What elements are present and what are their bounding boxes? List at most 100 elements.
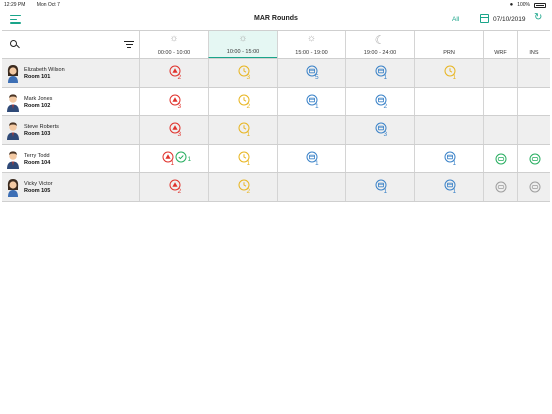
status-bar: 12:29 PM Mon Oct 7 ● 100% bbox=[0, 0, 552, 10]
calendar-icon[interactable] bbox=[480, 14, 489, 23]
cell-t3: 1 bbox=[277, 144, 345, 172]
patient-row[interactable]: Terry Todd Room 104 1 1 1 1 1 bbox=[2, 144, 550, 173]
date-selector[interactable]: 07/10/2019 bbox=[493, 16, 526, 23]
column-header-t4[interactable]: ☾ 19:00 - 24:00 bbox=[345, 31, 414, 58]
cell-wrf bbox=[483, 59, 517, 87]
patient-name: Mark Jones bbox=[24, 95, 53, 102]
header-patient-cell bbox=[2, 31, 139, 58]
male-avatar bbox=[6, 92, 20, 112]
patient-row[interactable]: Vicky Victor Room 105 2 2 1 1 bbox=[2, 173, 550, 202]
column-header-t2[interactable]: ☼ 10:00 - 15:00 bbox=[208, 31, 277, 58]
patient-name: Steve Roberts bbox=[24, 124, 59, 130]
column-label: 15:00 - 19:00 bbox=[295, 50, 328, 56]
wrf-disabled-icon[interactable] bbox=[495, 181, 507, 193]
scheduled-count: 1 bbox=[383, 74, 388, 81]
battery-icon bbox=[534, 2, 546, 8]
patient-room: Room 102 bbox=[24, 102, 51, 109]
cell-t4: 1 bbox=[345, 59, 414, 87]
patient-info-cell[interactable]: Vicky Victor Room 105 bbox=[2, 173, 139, 201]
column-header-prn[interactable]: PRN bbox=[414, 31, 483, 58]
scheduled-count: 3 bbox=[383, 131, 388, 138]
wifi-icon: ● bbox=[509, 2, 514, 8]
cell-t4: 3 bbox=[345, 116, 414, 144]
male-avatar bbox=[6, 120, 20, 140]
cell-prn bbox=[414, 116, 483, 144]
column-label: 00:00 - 10:00 bbox=[157, 50, 191, 56]
cell-t3 bbox=[277, 116, 345, 144]
pending-count: 3 bbox=[246, 74, 251, 81]
scheduled-count: 1 bbox=[315, 159, 319, 167]
wrf-done-icon[interactable] bbox=[495, 153, 507, 165]
column-header-wrf[interactable]: WRF bbox=[483, 31, 517, 58]
female-avatar bbox=[6, 177, 20, 197]
scheduled-count: 2 bbox=[383, 102, 388, 110]
alert-count: 3 bbox=[177, 102, 182, 110]
patient-room: Room 105 bbox=[24, 188, 51, 194]
patient-info-cell[interactable]: Elizabeth Wilson Room 101 bbox=[2, 59, 139, 87]
patient-room: Room 101 bbox=[24, 74, 51, 80]
cell-t1: 11 bbox=[139, 144, 208, 172]
moon-icon: ☾ bbox=[374, 33, 386, 47]
pending-count: 1 bbox=[452, 74, 457, 81]
cell-t3 bbox=[277, 173, 345, 201]
cell-wrf bbox=[483, 116, 517, 144]
done-count: 1 bbox=[187, 155, 192, 163]
scheduled-count: 5 bbox=[315, 74, 319, 81]
patient-row[interactable]: Mark Jones Room 102 3 2 1 2 bbox=[2, 87, 550, 116]
patient-info-cell[interactable]: Terry Todd Room 104 bbox=[2, 145, 139, 173]
patient-name: Vicky Victor bbox=[24, 181, 53, 187]
patient-row[interactable]: Steve Roberts Room 103 3 1 3 bbox=[2, 116, 550, 145]
alert-count: 2 bbox=[177, 188, 182, 195]
patient-row[interactable]: Elizabeth Wilson Room 101 2 3 5 1 1 bbox=[2, 59, 550, 88]
column-header-ins[interactable]: INS bbox=[517, 31, 550, 58]
cell-t1: 3 bbox=[139, 116, 208, 144]
filter-all-button[interactable]: All bbox=[452, 16, 459, 23]
grid-header: ☼ 00:00 - 10:00 ☼ 10:00 - 15:00 ☼ 15:00 - 19:… bbox=[2, 31, 550, 59]
cell-t4: 1 bbox=[345, 173, 414, 201]
cell-t3: 1 bbox=[277, 87, 345, 115]
patient-name: Terry Todd bbox=[24, 152, 50, 159]
ins-done-icon[interactable] bbox=[529, 153, 541, 165]
column-header-t3[interactable]: ☼ 15:00 - 19:00 bbox=[277, 31, 345, 58]
scheduled-count: 1 bbox=[383, 188, 388, 195]
ins-disabled-icon[interactable] bbox=[529, 181, 541, 193]
patient-info-cell[interactable]: Mark Jones Room 102 bbox=[2, 88, 139, 116]
scheduled-count: 1 bbox=[452, 188, 457, 195]
column-label: PRN bbox=[443, 50, 455, 56]
battery-level: 100% bbox=[517, 2, 530, 8]
patient-info-cell[interactable]: Steve Roberts Room 103 bbox=[2, 116, 139, 144]
refresh-icon[interactable]: ↻ bbox=[534, 13, 542, 23]
alert-count: 2 bbox=[177, 74, 182, 81]
patient-room: Room 104 bbox=[24, 159, 51, 166]
filter-icon[interactable] bbox=[124, 41, 134, 48]
cell-wrf bbox=[483, 173, 517, 201]
status-date: Mon Oct 7 bbox=[36, 2, 60, 8]
cell-ins bbox=[517, 173, 550, 201]
page-title: MAR Rounds bbox=[254, 15, 298, 22]
cell-t2: 2 bbox=[208, 173, 277, 201]
alert-count: 3 bbox=[177, 131, 182, 138]
pending-count: 2 bbox=[246, 102, 251, 110]
status-time: 12:29 PM bbox=[4, 2, 26, 8]
column-header-t1[interactable]: ☼ 00:00 - 10:00 bbox=[139, 31, 208, 58]
patient-name: Elizabeth Wilson bbox=[24, 67, 65, 73]
navigation-bar: MAR Rounds All 07/10/2019 ↻ bbox=[0, 10, 552, 30]
column-label: INS bbox=[529, 50, 539, 56]
cell-t2: 3 bbox=[208, 59, 277, 87]
patient-room: Room 103 bbox=[24, 131, 51, 137]
cell-wrf bbox=[483, 87, 517, 115]
column-label: 19:00 - 24:00 bbox=[363, 50, 397, 56]
cell-ins bbox=[517, 59, 550, 87]
pending-count: 2 bbox=[246, 188, 251, 195]
search-icon[interactable] bbox=[10, 40, 17, 47]
cell-t2: 1 bbox=[208, 144, 277, 172]
column-label: WRF bbox=[494, 50, 507, 56]
column-label: 10:00 - 15:00 bbox=[226, 49, 260, 55]
cell-t1: 2 bbox=[139, 59, 208, 87]
male-avatar bbox=[6, 149, 20, 169]
cell-prn bbox=[414, 87, 483, 115]
cell-ins bbox=[517, 87, 550, 115]
done-med-icon[interactable] bbox=[175, 151, 187, 163]
scheduled-count: 1 bbox=[315, 102, 319, 110]
scheduled-count: 1 bbox=[452, 159, 457, 167]
